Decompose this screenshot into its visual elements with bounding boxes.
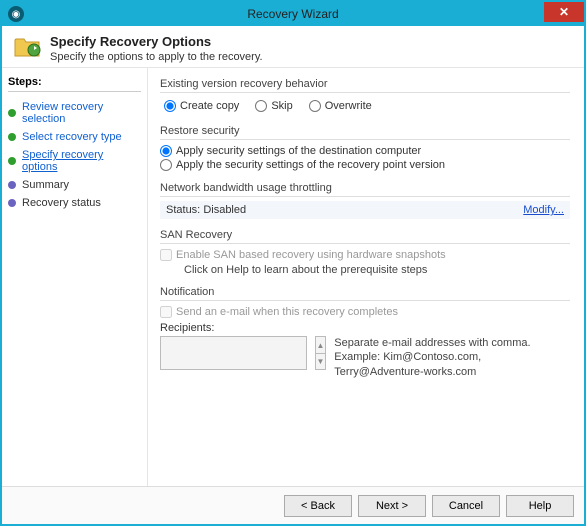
restore-security-title: Restore security bbox=[160, 125, 570, 140]
existing-version-group: Existing version recovery behavior Creat… bbox=[160, 78, 570, 115]
help-button[interactable]: Help bbox=[506, 495, 574, 517]
page-title: Specify Recovery Options bbox=[50, 34, 263, 49]
window-title: Recovery Wizard bbox=[247, 7, 338, 21]
step-bullet-icon bbox=[8, 199, 16, 207]
app-icon: ◉ bbox=[8, 6, 24, 22]
step-recovery-status[interactable]: Recovery status bbox=[8, 194, 141, 212]
recipients-hint-line2: Example: Kim@Contoso.com, Terry@Adventur… bbox=[334, 350, 570, 379]
throttling-status-value: Disabled bbox=[203, 204, 246, 216]
send-email-checkbox: Send an e-mail when this recovery comple… bbox=[160, 305, 570, 319]
apply-destination-radio[interactable]: Apply security settings of the destinati… bbox=[160, 144, 570, 158]
notification-title: Notification bbox=[160, 286, 570, 301]
throttling-status-label: Status: bbox=[166, 204, 200, 216]
step-bullet-icon bbox=[8, 181, 16, 189]
step-label: Review recovery selection bbox=[22, 101, 141, 125]
steps-heading: Steps: bbox=[8, 76, 141, 92]
step-bullet-icon bbox=[8, 157, 16, 165]
step-label: Specify recovery options bbox=[22, 149, 141, 173]
recipients-spinner: ▲ ▼ bbox=[315, 336, 327, 370]
page-subtitle: Specify the options to apply to the reco… bbox=[50, 51, 263, 63]
step-review-recovery-selection[interactable]: Review recovery selection bbox=[8, 98, 141, 128]
checkbox-label: Send an e-mail when this recovery comple… bbox=[176, 306, 398, 318]
san-help-text: Click on Help to learn about the prerequ… bbox=[160, 264, 570, 276]
san-recovery-title: SAN Recovery bbox=[160, 229, 570, 244]
apply-recovery-point-radio[interactable]: Apply the security settings of the recov… bbox=[160, 158, 570, 172]
chevron-down-icon: ▼ bbox=[316, 353, 326, 369]
san-recovery-group: SAN Recovery Enable SAN based recovery u… bbox=[160, 229, 570, 276]
steps-sidebar: Steps: Review recovery selection Select … bbox=[2, 68, 148, 486]
throttling-title: Network bandwidth usage throttling bbox=[160, 182, 570, 197]
step-label: Recovery status bbox=[22, 197, 101, 209]
step-summary[interactable]: Summary bbox=[8, 176, 141, 194]
throttling-status-row: Status: Disabled Modify... bbox=[160, 201, 570, 219]
wizard-header: Specify Recovery Options Specify the opt… bbox=[2, 26, 584, 68]
step-bullet-icon bbox=[8, 133, 16, 141]
create-copy-radio[interactable]: Create copy bbox=[164, 99, 239, 113]
radio-label: Apply the security settings of the recov… bbox=[176, 159, 445, 171]
modify-throttling-link[interactable]: Modify... bbox=[523, 204, 564, 216]
next-button[interactable]: Next > bbox=[358, 495, 426, 517]
notification-group: Notification Send an e-mail when this re… bbox=[160, 286, 570, 379]
overwrite-radio[interactable]: Overwrite bbox=[309, 99, 372, 113]
radio-label: Apply security settings of the destinati… bbox=[176, 145, 421, 157]
radio-label: Overwrite bbox=[325, 100, 372, 112]
step-bullet-icon bbox=[8, 109, 16, 117]
skip-radio[interactable]: Skip bbox=[255, 99, 292, 113]
recipients-hint-line1: Separate e-mail addresses with comma. bbox=[334, 336, 570, 350]
step-select-recovery-type[interactable]: Select recovery type bbox=[8, 128, 141, 146]
recipients-label: Recipients: bbox=[160, 322, 570, 334]
titlebar: ◉ Recovery Wizard ✕ bbox=[2, 2, 584, 26]
close-button[interactable]: ✕ bbox=[544, 2, 584, 22]
recovery-folder-icon bbox=[14, 34, 42, 58]
main-panel: Existing version recovery behavior Creat… bbox=[148, 68, 584, 486]
enable-san-checkbox: Enable SAN based recovery using hardware… bbox=[160, 248, 570, 262]
throttling-group: Network bandwidth usage throttling Statu… bbox=[160, 182, 570, 219]
step-label: Summary bbox=[22, 179, 69, 191]
checkbox-label: Enable SAN based recovery using hardware… bbox=[176, 249, 446, 261]
step-label: Select recovery type bbox=[22, 131, 122, 143]
radio-label: Skip bbox=[271, 100, 292, 112]
wizard-footer: < Back Next > Cancel Help bbox=[2, 486, 584, 524]
step-specify-recovery-options[interactable]: Specify recovery options bbox=[8, 146, 141, 176]
existing-version-title: Existing version recovery behavior bbox=[160, 78, 570, 93]
recipients-input bbox=[160, 336, 307, 370]
chevron-up-icon: ▲ bbox=[316, 337, 326, 353]
back-button[interactable]: < Back bbox=[284, 495, 352, 517]
restore-security-group: Restore security Apply security settings… bbox=[160, 125, 570, 172]
radio-label: Create copy bbox=[180, 100, 239, 112]
cancel-button[interactable]: Cancel bbox=[432, 495, 500, 517]
